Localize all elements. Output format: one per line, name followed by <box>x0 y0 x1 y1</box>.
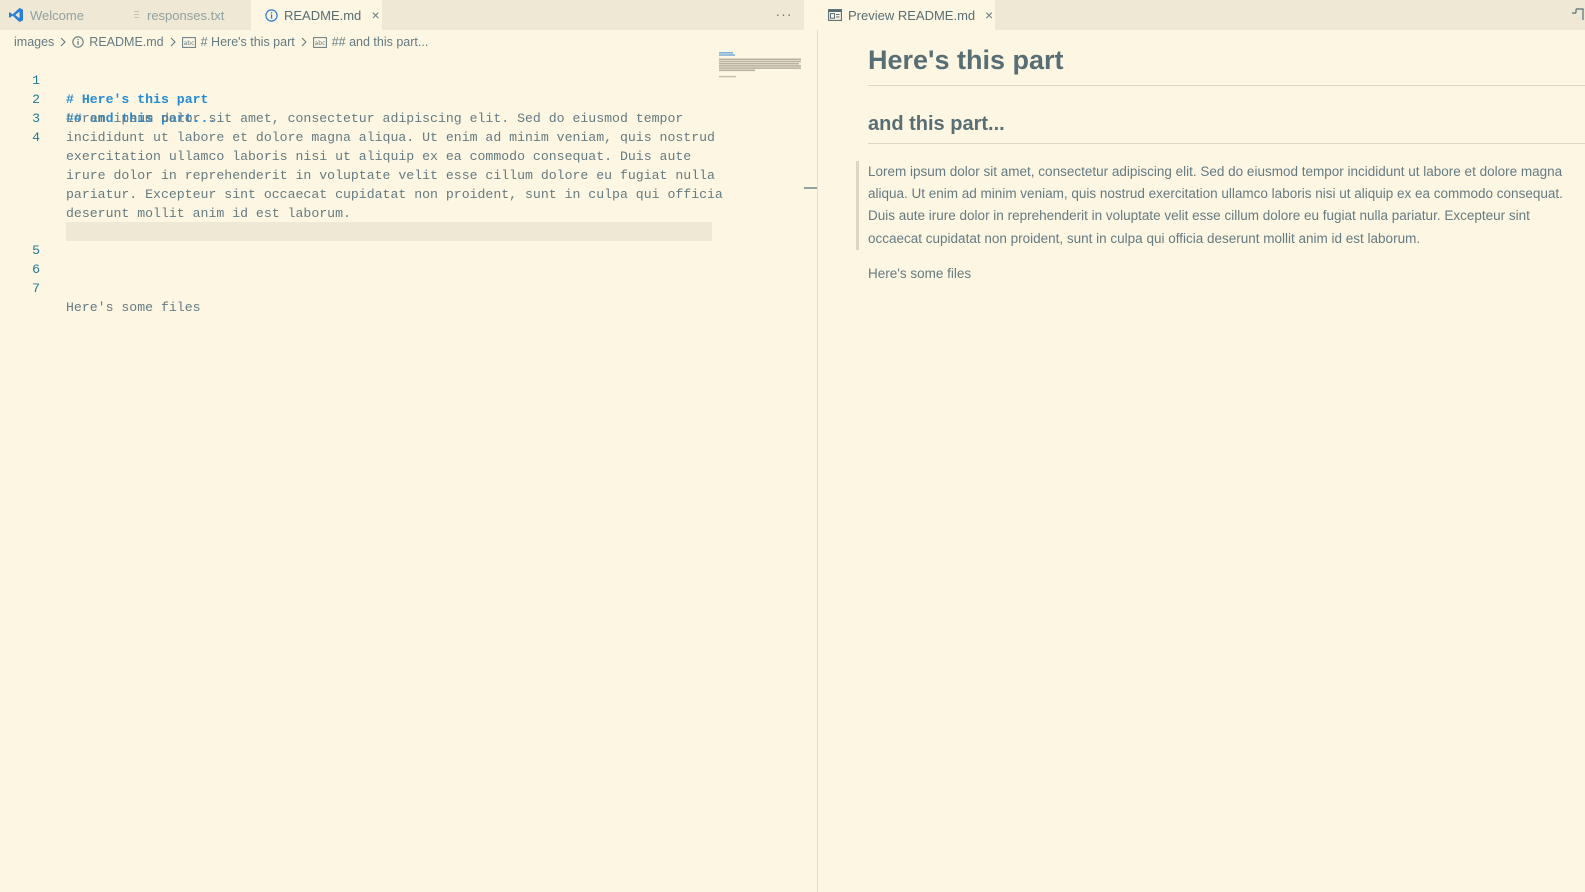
svg-text:abc: abc <box>314 40 325 47</box>
line-number: 4 <box>32 130 40 145</box>
tab-label: responses.txt <box>147 7 225 23</box>
code-line-text: irure dolor in reprehenderit in voluptat… <box>66 168 715 183</box>
text-file-icon <box>133 9 141 21</box>
code-line-text: incididunt ut labore et dolore magna ali… <box>66 130 715 145</box>
abc-symbol-icon: abc <box>181 36 196 48</box>
svg-text:abc: abc <box>183 40 194 47</box>
tab-bar: Welcome responses.txt README.md × ··· <box>0 0 804 30</box>
breadcrumb-item-readme[interactable]: README.md <box>72 35 164 49</box>
close-icon[interactable]: × <box>983 7 995 23</box>
code-line: 7 Here's some files <box>0 260 200 315</box>
preview-paragraph: Here's some files <box>868 266 972 281</box>
pane-gap <box>804 0 818 892</box>
chevron-right-icon <box>169 37 177 47</box>
vscode-logo-icon <box>8 7 24 23</box>
abc-symbol-icon: abc <box>312 36 327 48</box>
code-line-text: Here's some files <box>66 300 201 315</box>
tab-bar: Preview README.md × <box>818 0 1585 30</box>
tab-responses-txt[interactable]: responses.txt <box>115 0 251 30</box>
breadcrumb-label: # Here's this part <box>200 35 295 49</box>
code-line: 1 # Here's this part <box>0 52 208 107</box>
code-line: 2 ## and this part... <box>0 71 216 126</box>
tab-readme-md[interactable]: README.md × <box>251 0 382 30</box>
code-line: 3 <box>0 90 47 126</box>
chevron-right-icon <box>59 37 67 47</box>
tab-label: Welcome <box>30 7 84 23</box>
editor-group-right: Preview README.md × Here's this part and… <box>818 0 1585 892</box>
current-line-highlight <box>66 222 712 241</box>
code-line: 4 Lorem ipsum dolor sit amet, consectetu… <box>0 109 723 221</box>
preview-blockquote: Lorem ipsum dolor sit amet, consectetur … <box>856 161 1580 250</box>
open-changes-icon[interactable] <box>1567 6 1585 24</box>
breadcrumb-item-images[interactable]: images <box>14 35 54 49</box>
breadcrumb-item-heading-2[interactable]: abc ## and this part... <box>312 35 429 49</box>
preview-heading-1: Here's this part <box>868 45 1585 86</box>
tab-welcome[interactable]: Welcome <box>0 0 115 30</box>
code-line: 5 <box>0 222 47 258</box>
code-line: 6 <box>0 241 47 277</box>
breadcrumb-item-heading-1[interactable]: abc # Here's this part <box>181 35 295 49</box>
code-editor[interactable]: 1 # Here's this part 2 ## and this part.… <box>0 52 804 892</box>
chevron-right-icon <box>300 37 308 47</box>
editor-group-left: Welcome responses.txt README.md × ··· im… <box>0 0 804 892</box>
markdown-preview[interactable]: Here's this part and this part... Lorem … <box>818 30 1585 892</box>
code-line-text: pariatur. Excepteur sint occaecat cupida… <box>66 187 723 202</box>
breadcrumb-label: images <box>14 35 55 49</box>
tab-label: README.md <box>284 7 362 23</box>
code-line-text: deserunt mollit anim id est laborum. <box>66 206 351 221</box>
more-actions-button[interactable]: ··· <box>772 4 796 24</box>
breadcrumb-label: README.md <box>89 35 164 49</box>
scrollbar-thumb[interactable] <box>804 187 817 189</box>
tab-preview-readme[interactable]: Preview README.md × <box>818 0 995 30</box>
info-icon <box>265 8 278 22</box>
preview-icon <box>828 9 842 21</box>
code-line-text: exercitation ullamco laboris nisi ut ali… <box>66 149 692 164</box>
tab-label: Preview README.md <box>848 7 976 23</box>
minimap[interactable] <box>718 52 802 82</box>
line-number: 7 <box>32 281 40 296</box>
code-line-text: Lorem ipsum dolor sit amet, consectetur … <box>66 111 684 126</box>
close-icon[interactable]: × <box>369 7 382 23</box>
info-icon <box>72 36 85 48</box>
breadcrumb-label: ## and this part... <box>331 35 429 49</box>
preview-heading-2: and this part... <box>868 113 1585 144</box>
code-line-text: # Here's this part <box>66 92 209 107</box>
breadcrumb: images README.md abc # Here's this part … <box>14 32 428 52</box>
